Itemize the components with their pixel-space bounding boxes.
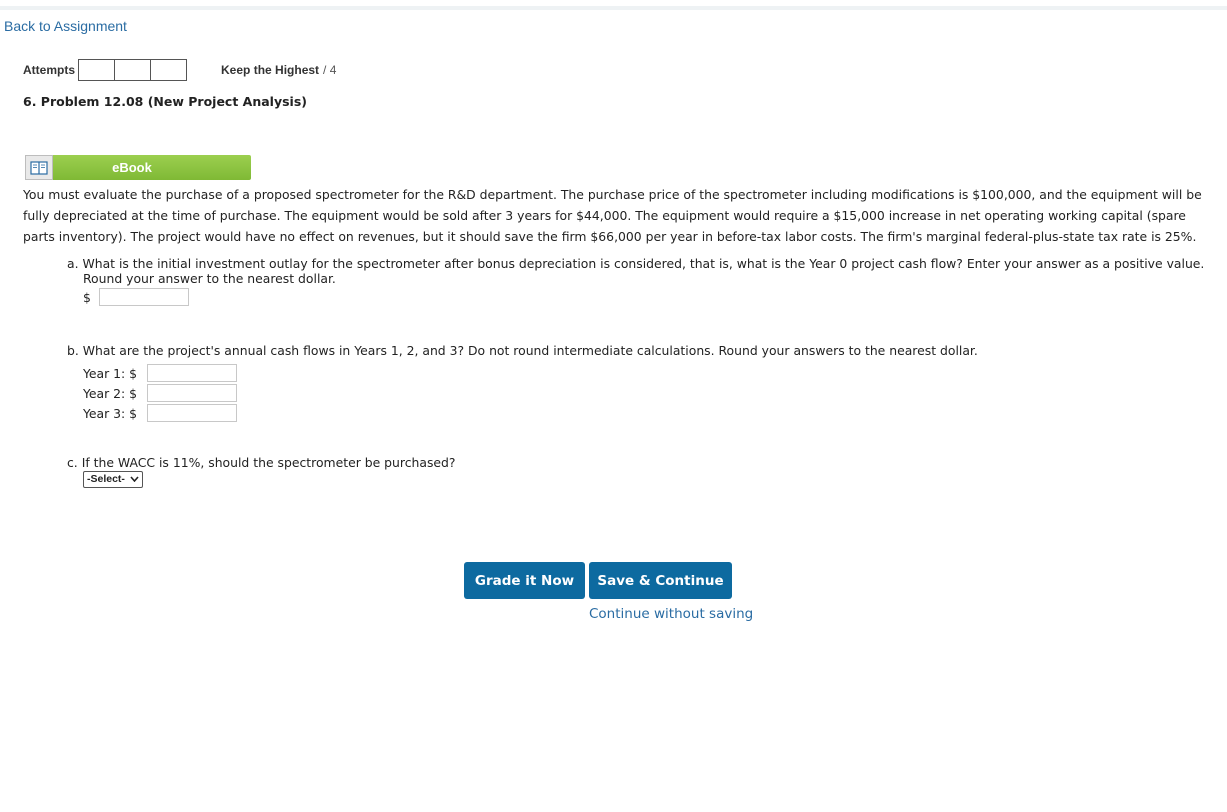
part-c-question: c. If the WACC is 11%, should the spectr… (67, 455, 456, 470)
problem-title: 6. Problem 12.08 (New Project Analysis) (23, 94, 307, 109)
grade-it-now-button[interactable]: Grade it Now (464, 562, 585, 599)
year-2-input[interactable] (147, 384, 237, 402)
part-a-question: a. What is the initial investment outlay… (67, 256, 1205, 286)
ebook-button[interactable]: eBook (25, 155, 251, 180)
keep-highest-count: / 4 (323, 63, 337, 77)
chevron-down-icon (130, 472, 139, 487)
part-c: c. If the WACC is 11%, should the spectr… (67, 455, 767, 488)
year-3-label: Year 3: $ (83, 405, 138, 421)
year-2-row: Year 2: $ (67, 383, 1067, 403)
select-value: -Select- (87, 473, 125, 485)
save-and-continue-button[interactable]: Save & Continue (589, 562, 732, 599)
part-a-answer-row: $ (67, 288, 1225, 306)
initial-outlay-input[interactable] (99, 288, 189, 306)
attempt-box (150, 59, 188, 81)
back-to-assignment-link[interactable]: Back to Assignment (4, 18, 127, 34)
part-b-question: b. What are the project's annual cash fl… (67, 343, 978, 358)
ebook-label: eBook (53, 155, 251, 180)
keep-highest-label: Keep the Highest (221, 63, 320, 77)
attempts-label: Attempts (23, 63, 76, 77)
part-b: b. What are the project's annual cash fl… (67, 343, 1067, 423)
year-3-input[interactable] (147, 404, 237, 422)
year-3-row: Year 3: $ (67, 403, 1067, 423)
problem-statement: You must evaluate the purchase of a prop… (23, 187, 1202, 244)
part-a: a. What is the initial investment outlay… (67, 256, 1225, 306)
purchase-decision-select[interactable]: -Select- (83, 471, 143, 488)
year-1-input[interactable] (147, 364, 237, 382)
currency-symbol: $ (83, 289, 91, 305)
continue-without-saving-link[interactable]: Continue without saving (589, 606, 753, 622)
year-2-label: Year 2: $ (83, 385, 138, 401)
attempts-row: Attempts Keep the Highest / 4 (23, 59, 336, 81)
year-1-row: Year 1: $ (67, 363, 1067, 383)
attempt-box (78, 59, 116, 81)
book-icon (25, 155, 53, 180)
attempt-box (114, 59, 152, 81)
top-strip (0, 6, 1227, 10)
year-1-label: Year 1: $ (83, 365, 138, 381)
